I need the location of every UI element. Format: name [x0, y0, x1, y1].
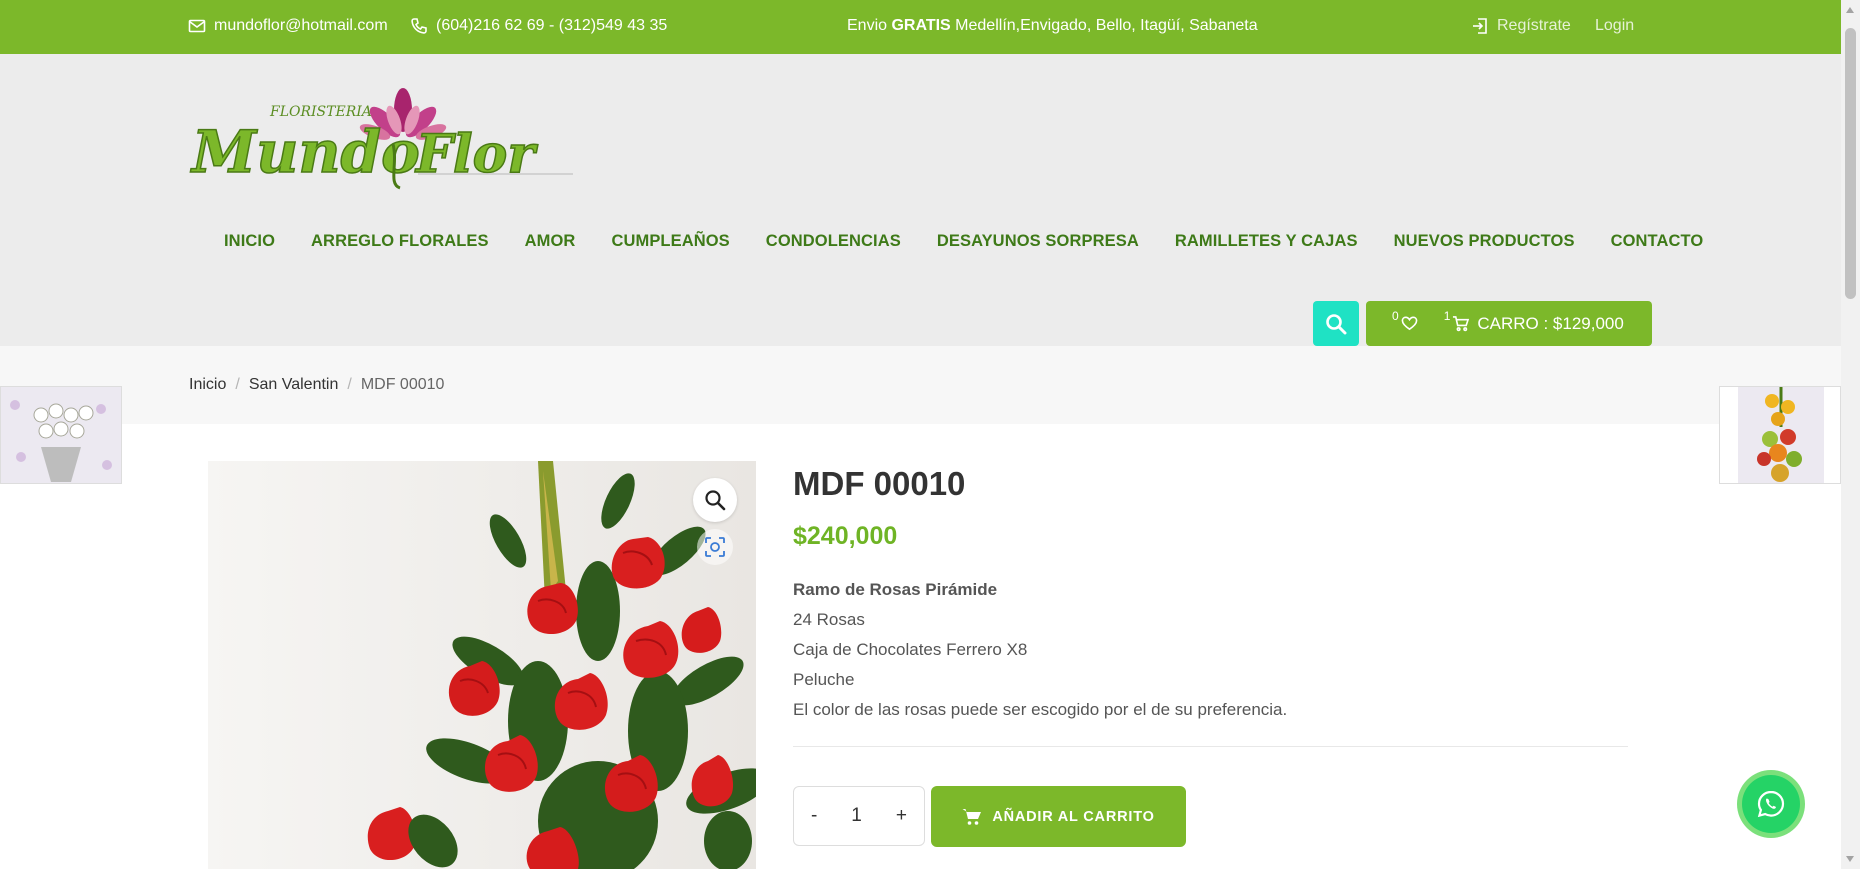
qty-plus-button[interactable]: +	[896, 805, 907, 827]
image-search-button[interactable]	[697, 529, 733, 565]
add-to-cart-button[interactable]: AÑADIR AL CARRITO	[931, 786, 1186, 847]
login-link[interactable]: Login	[1595, 17, 1634, 35]
search-button[interactable]	[1313, 301, 1359, 346]
description-line: Caja de Chocolates Ferrero X8	[793, 640, 1028, 659]
top-bar: mundoflor@hotmail.com (604)216 62 69 - (…	[0, 0, 1841, 54]
scan-icon	[705, 537, 725, 557]
quantity-stepper: - 1 +	[793, 786, 925, 846]
prev-product-image	[1, 387, 121, 483]
breadcrumb-home[interactable]: Inicio	[189, 376, 226, 394]
qty-minus-button[interactable]: -	[811, 805, 817, 827]
phone-text: (604)216 62 69 - (312)549 43 35	[436, 17, 668, 34]
register-link[interactable]: Regístrate	[1471, 17, 1571, 35]
nav-item-condolencias[interactable]: CONDOLENCIAS	[748, 232, 919, 251]
whatsapp-icon	[1757, 790, 1785, 818]
login-text: Login	[1595, 17, 1635, 34]
scroll-down-arrow[interactable]	[1846, 856, 1854, 862]
product-image[interactable]	[208, 461, 756, 869]
nav-item-ramilletes-y-cajas[interactable]: RAMILLETES Y CAJAS	[1157, 232, 1376, 251]
cart-icon	[1453, 316, 1470, 332]
product-photo	[208, 461, 756, 869]
nav-item-desayunos-sorpresa[interactable]: DESAYUNOS SORPRESA	[919, 232, 1157, 251]
email-text: mundoflor@hotmail.com	[214, 17, 388, 34]
site-logo[interactable]: FLORISTERIA Mundo Flor	[188, 84, 578, 196]
breadcrumb: Inicio / San Valentin / MDF 00010	[189, 376, 444, 394]
login-icon	[1473, 18, 1487, 34]
shipping-prefix: Envio	[847, 17, 892, 34]
breadcrumb-separator: /	[235, 376, 240, 393]
logo-graphic: FLORISTERIA Mundo Flor	[189, 88, 573, 190]
shipping-notice: Envio GRATIS Medellín,Envigado, Bello, I…	[847, 17, 1258, 35]
breadcrumb-current: MDF 00010	[360, 376, 445, 393]
main-nav: INICIO ARREGLO FLORALES AMOR CUMPLEAÑOS …	[188, 232, 1721, 251]
breadcrumb-category[interactable]: San Valentin	[249, 376, 339, 394]
nav-item-arreglo-florales[interactable]: ARREGLO FLORALES	[293, 232, 507, 251]
nav-item-inicio[interactable]: INICIO	[188, 232, 293, 251]
scrollbar[interactable]	[1841, 0, 1860, 869]
cart-label: CARRO : $129,000	[1477, 313, 1624, 333]
product-description: Ramo de Rosas Pirámide 24 Rosas Caja de …	[793, 575, 1287, 725]
nav-item-nuevos-productos[interactable]: NUEVOS PRODUCTOS	[1376, 232, 1593, 251]
logo-word-2: Flor	[414, 124, 538, 185]
mail-icon	[188, 19, 206, 33]
search-icon	[1326, 313, 1347, 334]
description-line: El color de las rosas puede ser escogido…	[793, 700, 1288, 719]
nav-item-contacto[interactable]: CONTACTO	[1593, 232, 1722, 251]
description-line: 24 Rosas	[793, 610, 865, 629]
phone-icon	[411, 18, 427, 34]
scroll-thumb[interactable]	[1845, 28, 1856, 299]
cart-icon	[962, 808, 982, 825]
heart-icon[interactable]	[1401, 315, 1418, 332]
cart-button[interactable]: 0 1 CARRO : $129,000	[1366, 301, 1652, 346]
register-text: Regístrate	[1497, 17, 1571, 34]
zoom-icon	[705, 490, 726, 511]
nav-item-amor[interactable]: AMOR	[507, 232, 594, 251]
logo-word-1: Mundo	[190, 118, 420, 186]
cart-count: 1	[1443, 308, 1451, 323]
site-header: FLORISTERIA Mundo Flor INICIO ARREGLO FL…	[0, 54, 1841, 346]
phone-contact[interactable]: (604)216 62 69 - (312)549 43 35	[410, 17, 667, 35]
nav-item-cumpleanos[interactable]: CUMPLEAÑOS	[593, 232, 747, 251]
qty-value[interactable]: 1	[851, 805, 862, 827]
description-title: Ramo de Rosas Pirámide	[793, 580, 998, 599]
email-contact[interactable]: mundoflor@hotmail.com	[188, 17, 388, 35]
breadcrumb-band: Inicio / San Valentin / MDF 00010	[0, 346, 1841, 424]
description-line: Peluche	[793, 670, 855, 689]
whatsapp-button[interactable]	[1737, 770, 1805, 838]
add-to-cart-label: AÑADIR AL CARRITO	[992, 808, 1155, 825]
product-title: MDF 00010	[793, 465, 966, 502]
shipping-bold: GRATIS	[891, 17, 951, 34]
next-product-thumb[interactable]	[1719, 386, 1841, 484]
divider	[793, 746, 1628, 747]
breadcrumb-separator: /	[347, 376, 352, 393]
product-price: $240,000	[793, 522, 898, 550]
scroll-up-arrow[interactable]	[1846, 7, 1854, 13]
shipping-suffix: Medellín,Envigado, Bello, Itagüí, Sabane…	[950, 17, 1258, 34]
zoom-button[interactable]	[693, 478, 737, 522]
next-product-image	[1720, 387, 1840, 483]
wishlist-count: 0	[1392, 308, 1399, 323]
prev-product-thumb[interactable]	[0, 386, 122, 484]
